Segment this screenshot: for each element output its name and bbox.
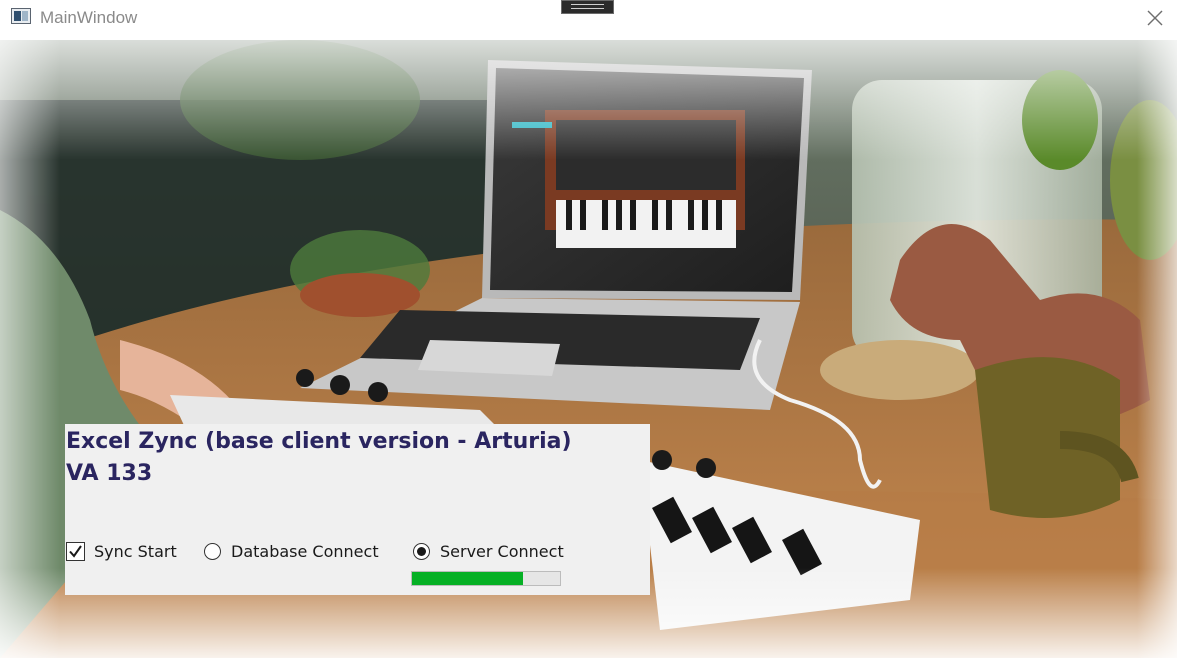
main-window: MainWindow Excel Zync (base client versi… [0,0,1177,658]
sync-start-label: Sync Start [94,541,177,561]
radio-circle-selected[interactable] [413,542,430,560]
database-connect-label: Database Connect [231,541,379,561]
checkmark-icon [69,544,82,558]
panel-title-line-1: Excel Zync (base client version - Arturi… [66,429,572,454]
window-title: MainWindow [40,8,138,27]
panel-title-line-2: VA 133 [66,461,153,486]
app-window-icon [11,8,31,24]
server-connect-label: Server Connect [440,541,564,561]
status-panel: Excel Zync (base client version - Arturi… [65,424,650,595]
server-connect-radio[interactable]: Server Connect [413,540,564,562]
panel-title: Excel Zync (base client version - Arturi… [66,426,572,490]
sync-start-checkbox[interactable]: Sync Start [66,540,177,562]
drag-handle[interactable] [561,0,614,14]
database-connect-radio[interactable]: Database Connect [204,540,379,562]
close-button[interactable] [1131,0,1177,36]
checkbox-box[interactable] [66,541,85,561]
close-icon [1147,10,1163,26]
progress-fill [412,572,523,585]
title-bar[interactable]: MainWindow [0,0,1177,40]
radio-circle[interactable] [204,542,221,560]
connection-progress-bar [411,571,561,586]
